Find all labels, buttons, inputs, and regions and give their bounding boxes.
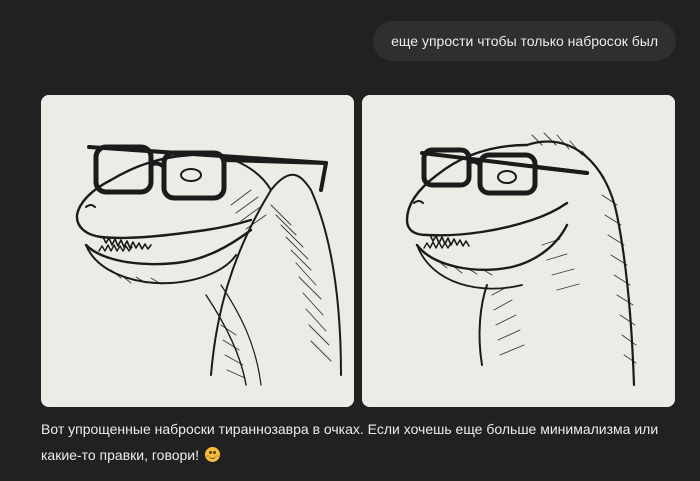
- assistant-message-text: Вот упрощенные наброски тираннозавра в о…: [41, 421, 659, 463]
- generated-image-2[interactable]: [362, 95, 675, 407]
- assistant-message: Вот упрощенные наброски тираннозавра в о…: [41, 416, 681, 468]
- user-message-bubble: еще упрости чтобы только набросок был: [373, 21, 676, 61]
- image-gallery: [41, 95, 675, 407]
- smiling-face-icon: [205, 447, 221, 462]
- chat-page: еще упрости чтобы только набросок был Во…: [0, 0, 700, 481]
- generated-image-1[interactable]: [41, 95, 354, 407]
- user-message-text: еще упрости чтобы только набросок был: [391, 33, 658, 49]
- trex-sketch-1-icon: [41, 95, 354, 407]
- trex-sketch-2-icon: [362, 95, 675, 407]
